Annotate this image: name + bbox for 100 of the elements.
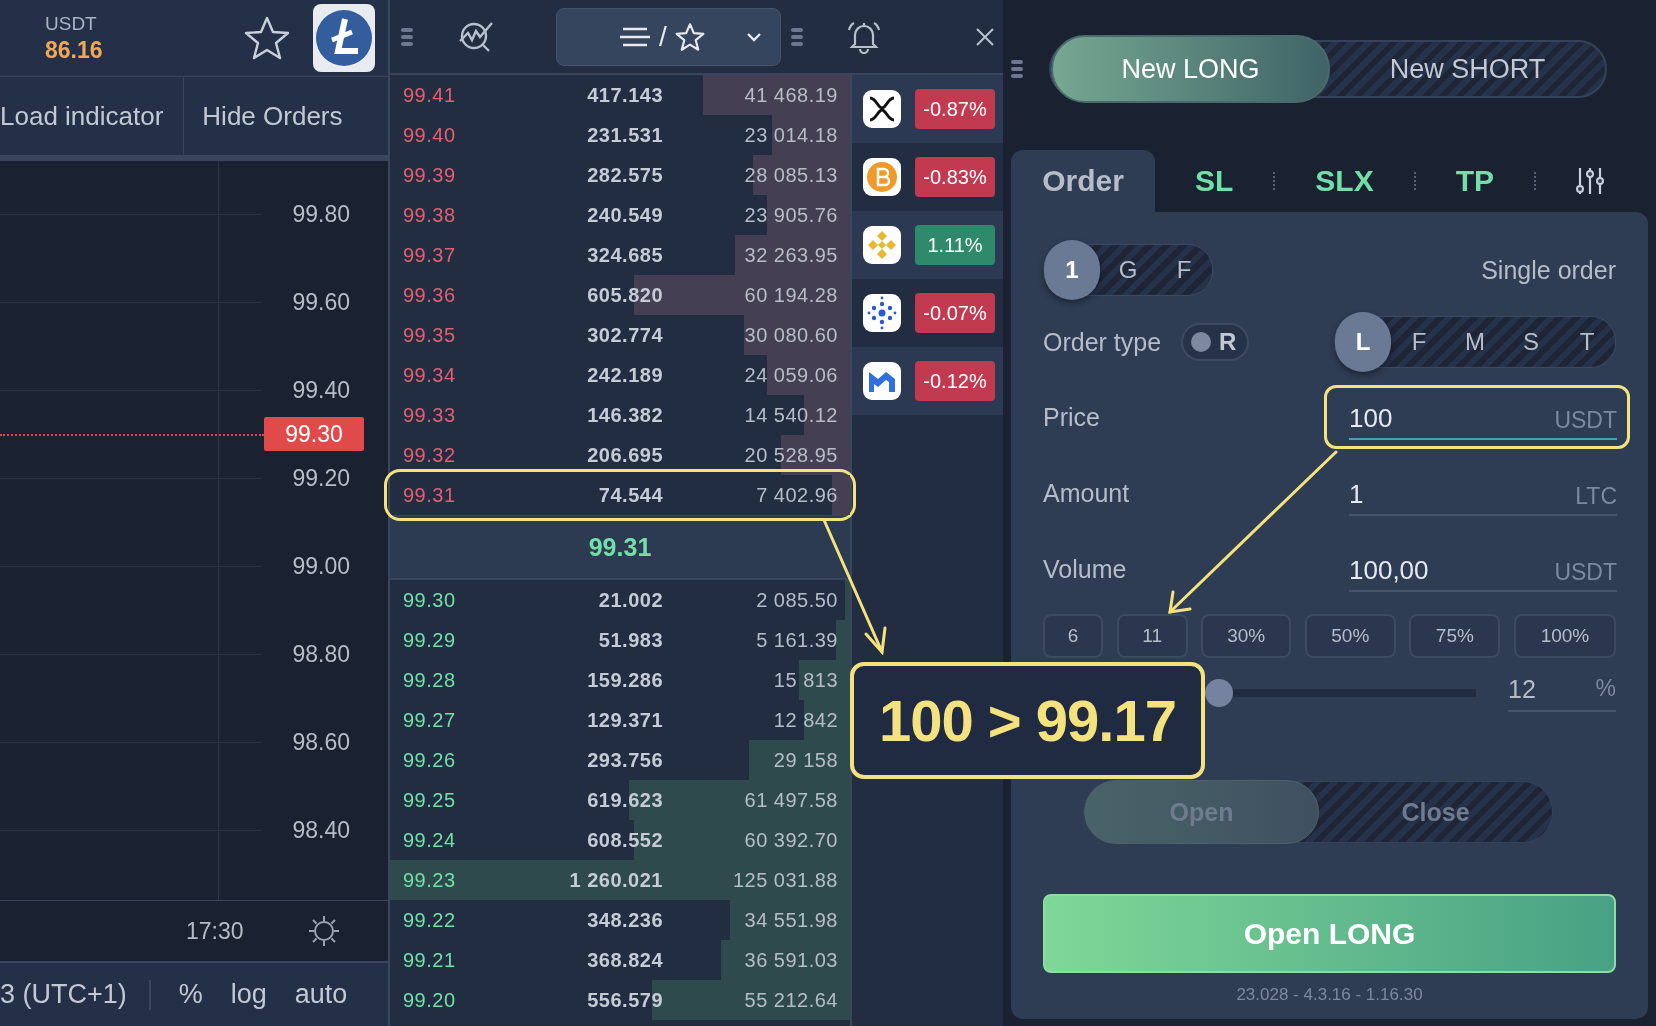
bid-price: 99.22 <box>403 908 457 932</box>
order-book-row[interactable]: 99.37 324.685 32 263.95 <box>390 235 850 275</box>
order-book-row[interactable]: 99.36 605.820 60 194.28 <box>390 275 850 315</box>
order-amount: 21.002 <box>597 588 663 612</box>
preset-button[interactable]: 50% <box>1304 614 1396 658</box>
preset-button[interactable]: 75% <box>1409 614 1501 658</box>
mode-option[interactable]: F <box>1156 240 1212 300</box>
order-total: 20 528.95 <box>743 443 838 467</box>
star-icon[interactable] <box>244 16 290 60</box>
slider-thumb[interactable] <box>1205 679 1233 707</box>
preset-button[interactable]: 100% <box>1513 614 1616 658</box>
order-type-option[interactable]: T <box>1559 312 1615 372</box>
order-total: 12 842 <box>772 708 838 732</box>
mode-option[interactable]: 1 <box>1044 240 1100 300</box>
toggle-switch[interactable]: R <box>1181 323 1250 361</box>
order-book-row[interactable]: 99.31 74.544 7 402.96 <box>390 475 850 515</box>
watchlist-item[interactable]: -0.87% <box>852 75 1003 143</box>
order-book-row[interactable]: 99.41 417.143 41 468.19 <box>390 75 850 115</box>
version-text: 23.028 - 4.3.16 - 1.16.30 <box>1235 985 1424 1005</box>
field-label: Volume <box>1043 554 1127 584</box>
order-tab[interactable]: TP <box>1415 150 1535 212</box>
order-total: 2 085.50 <box>755 588 838 612</box>
bid-price: 99.23 <box>403 868 457 892</box>
watchlist-item[interactable]: 1.11% <box>852 211 1003 279</box>
order-type-option[interactable]: M <box>1447 312 1503 372</box>
order-tab[interactable]: SL <box>1155 150 1274 212</box>
order-type-option[interactable]: S <box>1503 312 1559 372</box>
scale-option[interactable]: log <box>230 979 267 1010</box>
order-amount: 619.623 <box>586 788 663 812</box>
change-badge: -0.87% <box>915 89 995 129</box>
input-field[interactable]: 100 USDT <box>1324 385 1630 449</box>
order-book-row[interactable]: 99.40 231.531 23 014.18 <box>390 115 850 155</box>
order-book-row[interactable]: 99.27 129.371 12 842 <box>390 700 850 740</box>
side-toggle-button[interactable]: New LONG <box>1051 35 1330 103</box>
settings-icon[interactable] <box>1576 166 1605 196</box>
coin-logo-icon <box>863 294 901 332</box>
order-book-row[interactable]: 99.38 240.549 23 905.76 <box>390 195 850 235</box>
order-book-row[interactable]: 99.26 293.756 29 158 <box>390 740 850 780</box>
order-total: 23 905.76 <box>743 203 838 227</box>
bid-price: 99.27 <box>403 708 457 732</box>
toolbar-button[interactable]: Hide Orders <box>183 77 361 155</box>
order-tab[interactable]: SLX <box>1275 150 1414 212</box>
axis-label: 98.60 <box>291 728 350 756</box>
preset-button[interactable]: 30% <box>1201 614 1292 658</box>
order-amount: 242.189 <box>586 363 663 387</box>
percent-field[interactable]: 12 % <box>1508 674 1616 712</box>
order-type-option[interactable]: F <box>1391 312 1447 372</box>
toolbar-button[interactable]: Load indicator <box>0 77 184 155</box>
order-book-row[interactable]: 99.35 302.774 30 080.60 <box>390 315 850 355</box>
scale-option[interactable]: auto <box>294 979 348 1010</box>
ask-price: 99.34 <box>403 363 457 387</box>
mode-option[interactable]: G <box>1100 240 1156 300</box>
preset-button[interactable]: 6 <box>1043 614 1103 658</box>
ask-price: 99.39 <box>403 163 457 187</box>
close-icon[interactable] <box>975 26 995 47</box>
coin-logo-icon[interactable] <box>312 3 376 73</box>
change-badge: -0.07% <box>915 293 995 333</box>
scale-option[interactable]: % <box>178 979 203 1010</box>
order-total: 41 468.19 <box>743 83 838 107</box>
timezone-label[interactable]: 3 (UTC+1) <box>0 979 127 1010</box>
order-book-row[interactable]: 99.34 242.189 24 059.06 <box>390 355 850 395</box>
order-book-row[interactable]: 99.29 51.983 5 161.39 <box>390 620 850 660</box>
ask-price: 99.38 <box>403 203 457 227</box>
order-book-row[interactable]: 99.25 619.623 61 497.58 <box>390 780 850 820</box>
drag-handle-icon[interactable] <box>401 26 413 47</box>
watchlist-item[interactable]: -0.12% <box>852 347 1003 415</box>
sun-icon[interactable] <box>307 915 340 947</box>
order-total: 60 194.28 <box>743 283 838 307</box>
order-type-option[interactable]: L <box>1335 312 1391 372</box>
drag-handle-icon[interactable] <box>791 26 803 47</box>
order-book-row[interactable]: 99.32 206.695 20 528.95 <box>390 435 850 475</box>
order-book-row[interactable]: 99.39 282.575 28 085.13 <box>390 155 850 195</box>
input-field[interactable]: 100,00 USDT <box>1324 537 1630 601</box>
order-book-row[interactable]: 99.21 368.824 36 591.03 <box>390 940 850 980</box>
axis-label: 98.80 <box>291 640 350 668</box>
bell-icon[interactable] <box>845 19 883 54</box>
order-book-row[interactable]: 99.20 556.579 55 212.64 <box>390 980 850 1020</box>
order-amount: 556.579 <box>586 988 663 1012</box>
bid-price: 99.25 <box>403 788 457 812</box>
order-total: 32 263.95 <box>743 243 838 267</box>
input-field[interactable]: 1 LTC <box>1324 461 1630 525</box>
order-book-row[interactable]: 99.22 348.236 34 551.98 <box>390 900 850 940</box>
order-book-row[interactable]: 99.28 159.286 15 813 <box>390 660 850 700</box>
order-total: 28 085.13 <box>743 163 838 187</box>
axis-label: 99.40 <box>291 376 350 404</box>
field-label: Order type <box>1043 327 1162 357</box>
order-total: 60 392.70 <box>743 828 838 852</box>
order-book-row[interactable]: 99.24 608.552 60 392.70 <box>390 820 850 860</box>
order-total: 7 402.96 <box>755 483 838 507</box>
field-label: Price <box>1043 402 1100 432</box>
order-amount: 368.824 <box>586 948 663 972</box>
order-amount: 348.236 <box>586 908 663 932</box>
order-book-row[interactable]: 99.33 146.382 14 540.12 <box>390 395 850 435</box>
order-book-row[interactable]: 99.30 21.002 2 085.50 <box>390 580 850 620</box>
order-tab[interactable]: Order <box>1011 150 1155 212</box>
preset-button[interactable]: 11 <box>1116 614 1188 658</box>
order-book-row[interactable]: 99.23 1 260.021 125 031.88 <box>390 860 850 900</box>
list-filter-dropdown[interactable]: / <box>556 7 781 66</box>
side-toggle-button[interactable]: New SHORT <box>1330 35 1605 103</box>
drag-handle-icon[interactable] <box>1011 59 1023 79</box>
